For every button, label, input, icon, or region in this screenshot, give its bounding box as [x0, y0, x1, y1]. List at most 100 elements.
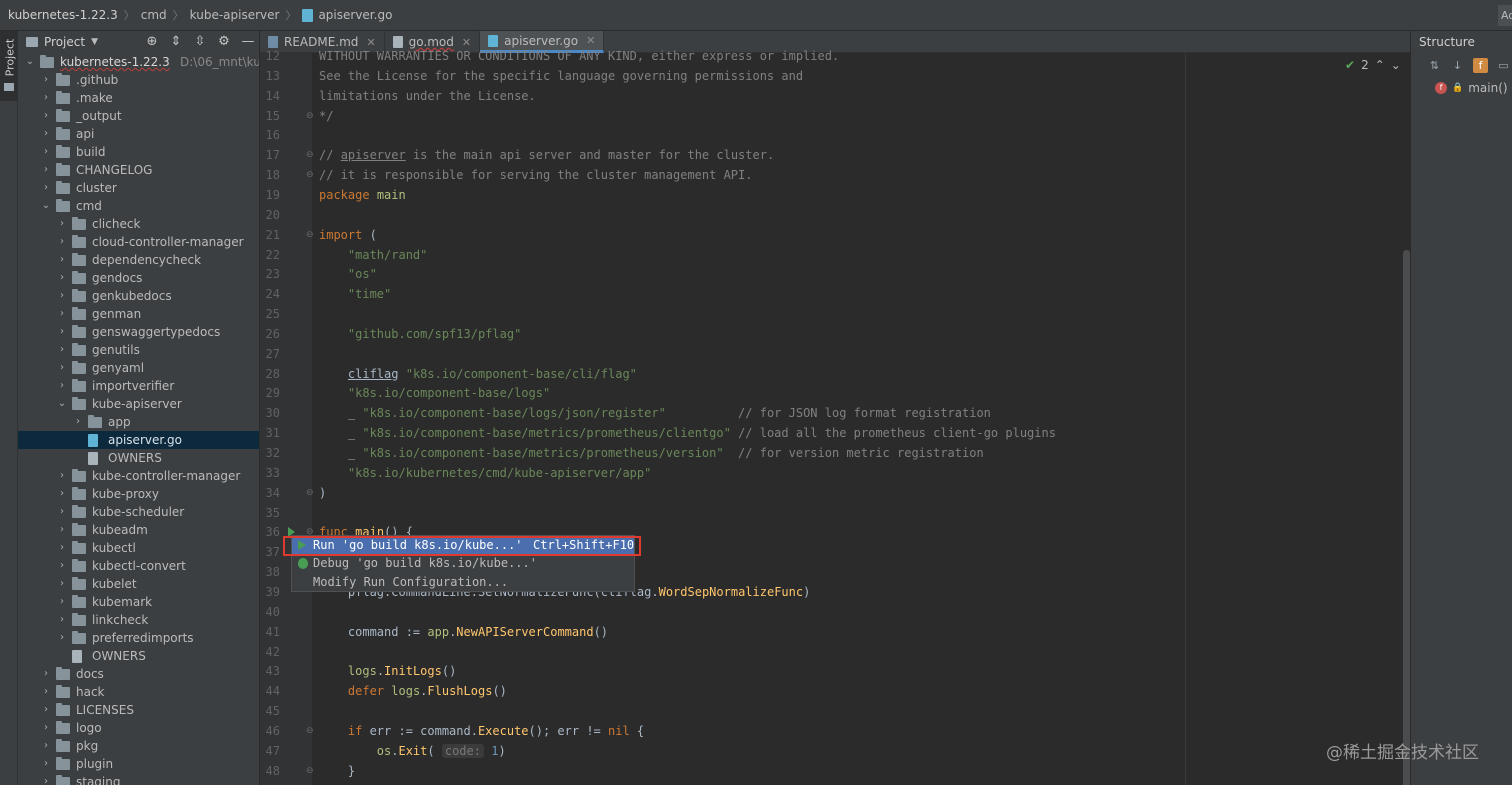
- tree-item[interactable]: › genswaggertypedocs: [18, 323, 259, 341]
- tree-item[interactable]: OWNERS: [18, 449, 259, 467]
- tree-item[interactable]: ⌄ kube-apiserver: [18, 395, 259, 413]
- chevron-down-icon[interactable]: ▼: [91, 37, 98, 47]
- breadcrumb-file[interactable]: apiserver.go: [302, 8, 392, 22]
- project-tool-tab[interactable]: Project: [0, 31, 18, 101]
- tree-item[interactable]: › gendocs: [18, 269, 259, 287]
- structure-item-main[interactable]: f 🔒 main(): [1435, 81, 1508, 95]
- chevron-right-icon[interactable]: ›: [40, 683, 52, 701]
- chevron-right-icon[interactable]: ›: [40, 701, 52, 719]
- hide-panel-icon[interactable]: —: [239, 33, 257, 51]
- gear-icon[interactable]: ⚙: [215, 33, 233, 51]
- chevron-right-icon[interactable]: ›: [56, 521, 68, 539]
- chevron-right-icon[interactable]: ›: [56, 233, 68, 251]
- chevron-right-icon[interactable]: ›: [56, 341, 68, 359]
- chevron-right-icon[interactable]: ›: [40, 179, 52, 197]
- tree-item[interactable]: › .github: [18, 71, 259, 89]
- tree-item[interactable]: › _output: [18, 107, 259, 125]
- tree-item[interactable]: › genyaml: [18, 359, 259, 377]
- chevron-right-icon[interactable]: ›: [56, 377, 68, 395]
- chevron-right-icon[interactable]: ›: [40, 143, 52, 161]
- tree-item[interactable]: › cloud-controller-manager: [18, 233, 259, 251]
- fold-marker-icon[interactable]: ⊖: [306, 145, 316, 165]
- chevron-right-icon[interactable]: ›: [56, 269, 68, 287]
- chevron-right-icon[interactable]: ›: [40, 107, 52, 125]
- chevron-right-icon[interactable]: ›: [40, 737, 52, 755]
- tree-item[interactable]: › clicheck: [18, 215, 259, 233]
- chevron-right-icon[interactable]: ›: [40, 755, 52, 773]
- chevron-right-icon[interactable]: ›: [56, 467, 68, 485]
- tree-item[interactable]: › importverifier: [18, 377, 259, 395]
- tree-item[interactable]: › app: [18, 413, 259, 431]
- next-highlight-icon[interactable]: ⌄: [1391, 58, 1401, 72]
- chevron-right-icon[interactable]: ›: [56, 539, 68, 557]
- chevron-right-icon[interactable]: ›: [56, 557, 68, 575]
- project-view-selector[interactable]: Project: [44, 35, 85, 49]
- add-configuration-button[interactable]: Ad: [1498, 5, 1512, 26]
- fold-marker-icon[interactable]: ⊖: [306, 761, 316, 781]
- tree-item[interactable]: › kubemark: [18, 593, 259, 611]
- tree-item[interactable]: › docs: [18, 665, 259, 683]
- chevron-right-icon[interactable]: ›: [56, 485, 68, 503]
- chevron-right-icon[interactable]: ›: [56, 629, 68, 647]
- expand-all-icon[interactable]: ⇕: [167, 33, 185, 51]
- fold-marker-icon[interactable]: ⊖: [306, 721, 316, 741]
- run-menu-item[interactable]: Run 'go build k8s.io/kube...' Ctrl+Shift…: [292, 536, 634, 555]
- tree-item[interactable]: › plugin: [18, 755, 259, 773]
- chevron-right-icon[interactable]: ›: [56, 575, 68, 593]
- fold-marker-icon[interactable]: ⊖: [306, 165, 316, 185]
- tree-item[interactable]: › LICENSES: [18, 701, 259, 719]
- tree-item[interactable]: › kube-scheduler: [18, 503, 259, 521]
- breadcrumb-cmd[interactable]: cmd: [141, 8, 167, 22]
- chevron-right-icon[interactable]: ›: [40, 89, 52, 107]
- chevron-right-icon[interactable]: ›: [40, 161, 52, 179]
- tree-item[interactable]: › genutils: [18, 341, 259, 359]
- breadcrumb-project[interactable]: kubernetes-1.22.3: [8, 8, 118, 22]
- fold-marker-icon[interactable]: ⊖: [306, 225, 316, 245]
- chevron-right-icon[interactable]: ›: [56, 305, 68, 323]
- previous-highlight-icon[interactable]: ⌃: [1375, 58, 1385, 72]
- tree-item[interactable]: › staging: [18, 773, 259, 785]
- chevron-right-icon[interactable]: ›: [72, 413, 84, 431]
- show-fields-icon[interactable]: f: [1473, 58, 1488, 73]
- chevron-right-icon[interactable]: ›: [40, 71, 52, 89]
- inspection-widget[interactable]: ✔ 2 ⌃ ⌄: [1345, 58, 1401, 72]
- tree-item[interactable]: › kube-proxy: [18, 485, 259, 503]
- fold-marker-icon[interactable]: ⊖: [306, 106, 316, 126]
- tree-item[interactable]: › genman: [18, 305, 259, 323]
- tree-item[interactable]: › hack: [18, 683, 259, 701]
- chevron-right-icon[interactable]: ›: [56, 323, 68, 341]
- chevron-right-icon[interactable]: ›: [56, 287, 68, 305]
- tree-item[interactable]: ⌄ cmd: [18, 197, 259, 215]
- tree-item[interactable]: › build: [18, 143, 259, 161]
- tree-item[interactable]: apiserver.go: [18, 431, 259, 449]
- tree-item[interactable]: › kubectl: [18, 539, 259, 557]
- chevron-down-icon[interactable]: ⌄: [40, 197, 52, 215]
- folder-icon[interactable]: ▭: [1496, 58, 1511, 73]
- tree-item[interactable]: › linkcheck: [18, 611, 259, 629]
- debug-menu-item[interactable]: Debug 'go build k8s.io/kube...': [292, 554, 634, 573]
- chevron-right-icon[interactable]: ›: [56, 611, 68, 629]
- chevron-right-icon[interactable]: ›: [56, 215, 68, 233]
- chevron-down-icon[interactable]: ⌄: [24, 53, 36, 71]
- tree-item[interactable]: ⌄ kubernetes-1.22.3 D:\06_mnt\kube: [18, 53, 259, 71]
- collapse-all-icon[interactable]: ⇳: [191, 33, 209, 51]
- fold-marker-icon[interactable]: ⊖: [306, 483, 316, 503]
- chevron-right-icon[interactable]: ›: [56, 251, 68, 269]
- tree-item[interactable]: › cluster: [18, 179, 259, 197]
- editor-scrollbar[interactable]: [1403, 250, 1410, 785]
- chevron-right-icon[interactable]: ›: [56, 359, 68, 377]
- sort-alphabetically-icon[interactable]: ↓: [1450, 58, 1465, 73]
- modify-run-config-menu-item[interactable]: Modify Run Configuration...: [292, 573, 634, 592]
- tree-item[interactable]: › logo: [18, 719, 259, 737]
- tree-item[interactable]: › preferredimports: [18, 629, 259, 647]
- sort-by-visibility-icon[interactable]: ⇅: [1427, 58, 1442, 73]
- chevron-right-icon[interactable]: ›: [56, 593, 68, 611]
- chevron-down-icon[interactable]: ⌄: [56, 395, 68, 413]
- tree-item[interactable]: › api: [18, 125, 259, 143]
- chevron-right-icon[interactable]: ›: [40, 665, 52, 683]
- chevron-right-icon[interactable]: ›: [40, 719, 52, 737]
- tree-item[interactable]: › dependencycheck: [18, 251, 259, 269]
- chevron-right-icon[interactable]: ›: [40, 773, 52, 785]
- tree-item[interactable]: › .make: [18, 89, 259, 107]
- tree-item[interactable]: › CHANGELOG: [18, 161, 259, 179]
